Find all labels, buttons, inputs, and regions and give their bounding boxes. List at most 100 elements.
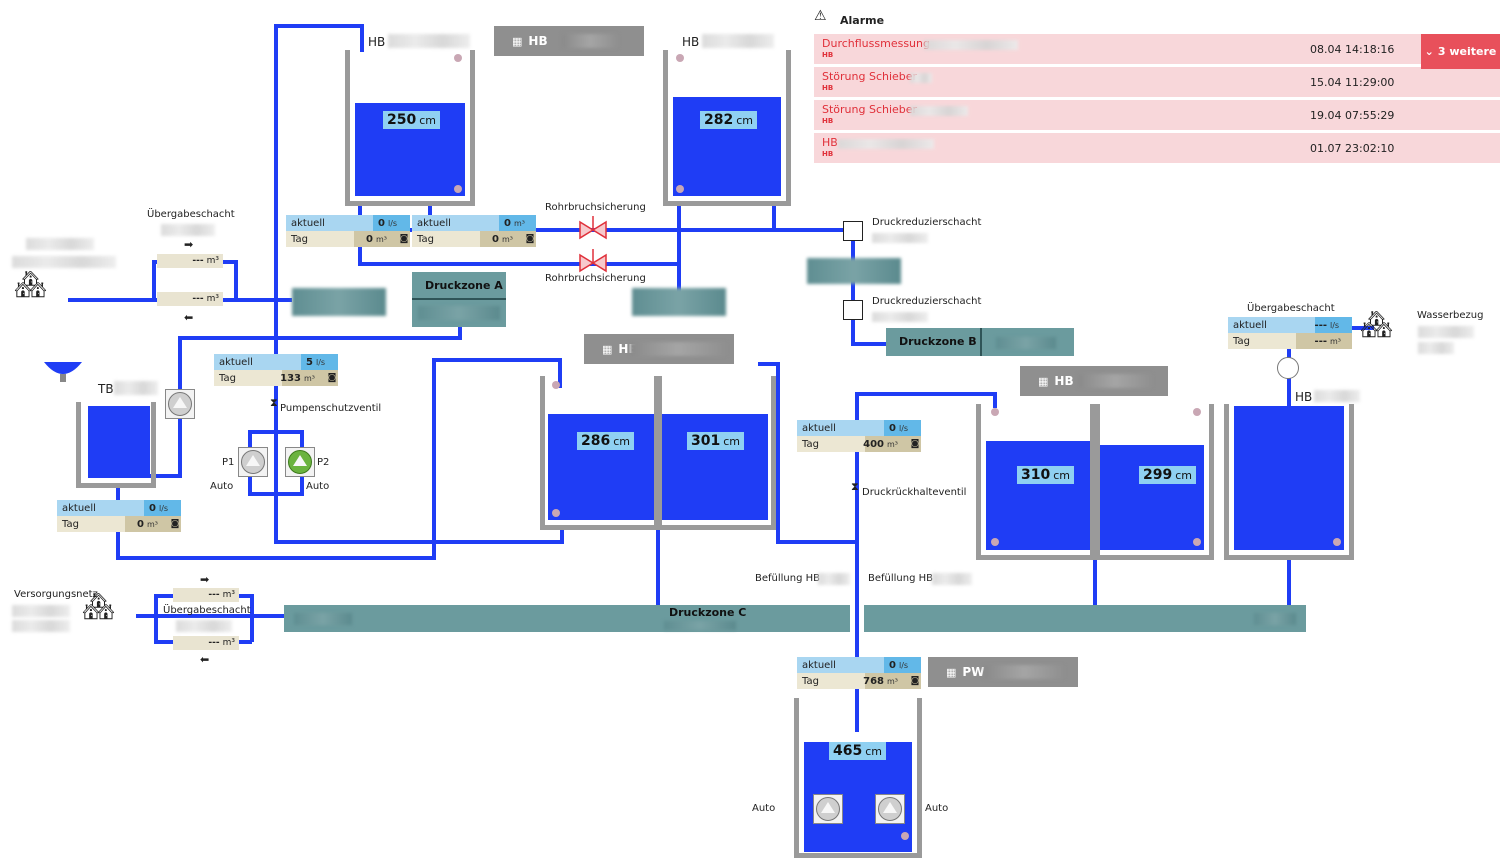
pump-icon[interactable]	[165, 389, 195, 419]
basin-icon	[44, 362, 82, 382]
hb-button[interactable]: ▦ HB	[1020, 366, 1168, 396]
hb2-label: HB	[682, 35, 700, 49]
hb1-label: HB	[368, 35, 386, 49]
zone-box[interactable]	[632, 288, 726, 316]
hb4b-level: 299 cm	[1139, 466, 1196, 484]
auto-label: Auto	[210, 481, 234, 492]
druckreduzier-label: Druckreduzierschacht	[872, 296, 982, 307]
grid-icon: ▦	[946, 665, 957, 679]
hb4-tank-a[interactable]: 310 cm	[976, 404, 1100, 560]
uebergabe-label: Übergabeschacht	[163, 605, 251, 616]
rohrbruch-label-top: Rohrbruchsicherung	[545, 202, 646, 213]
hb3-tank-b[interactable]: 301 cm	[654, 376, 776, 530]
flow-meter[interactable]: aktuell 5 l/s Tag 133 m³ ◙	[214, 354, 338, 386]
auto-label: Auto	[925, 803, 949, 814]
hb4-tank-b[interactable]: 299 cm	[1090, 404, 1214, 560]
auto-label: Auto	[752, 803, 776, 814]
counter: --- m³	[157, 254, 223, 268]
camera-icon[interactable]: ◙	[909, 676, 921, 686]
hb5-tank[interactable]	[1224, 404, 1354, 560]
pressure-reducer[interactable]	[843, 221, 863, 241]
flow-meter[interactable]: aktuell 0 l/s Tag 0 m³ ◙	[286, 215, 410, 247]
hb2-tank[interactable]: 282 cm	[663, 50, 791, 206]
flow-meter[interactable]: aktuell 0 l/s Tag 400 m³ ◙	[797, 420, 921, 452]
rohrbruch-label-bottom: Rohrbruchsicherung	[545, 273, 646, 284]
town-icon: 🏘	[82, 592, 116, 622]
zone-box[interactable]	[807, 258, 901, 284]
auto-label: Auto	[306, 481, 330, 492]
tb-tank[interactable]	[76, 402, 156, 488]
flow-meter[interactable]: aktuell 0 m³ Tag 0 m³ ◙	[412, 215, 536, 247]
druckzone-c[interactable]: Druckzone C	[284, 605, 850, 632]
check-valve-icon[interactable]: ⧗	[270, 396, 278, 410]
grid-icon: ▦	[512, 34, 523, 48]
pressure-reducer[interactable]	[843, 300, 863, 320]
hb3-tank-a[interactable]: 286 cm	[540, 376, 662, 530]
meter-circle-icon[interactable]	[1277, 357, 1299, 379]
flow-meter[interactable]: aktuell 0 l/s Tag 0 m³ ◙	[57, 500, 181, 532]
druckrueckhalte-label: Druckrückhalteventil	[862, 487, 967, 498]
camera-icon[interactable]: ◙	[524, 234, 536, 244]
counter: --- m³	[173, 588, 239, 602]
pump-p2[interactable]	[285, 447, 315, 477]
hb3b-level: 301 cm	[687, 432, 744, 450]
alarm-row[interactable]: HB HB 01.07 23:02:10	[814, 133, 1500, 163]
camera-icon[interactable]: ◙	[398, 234, 410, 244]
camera-icon[interactable]: ◙	[169, 519, 181, 529]
flow-meter[interactable]: aktuell --- l/s Tag --- m³	[1228, 317, 1352, 349]
hb5-label: HB	[1295, 390, 1313, 404]
alarm-row[interactable]: Störung Schieber HB 15.04 11:29:00	[814, 67, 1500, 97]
druckzone-b[interactable]: Druckzone B	[886, 328, 1074, 356]
arrow-left-icon: ⬅	[184, 311, 194, 324]
p2-label: P2	[317, 457, 330, 468]
alarm-row[interactable]: Durchflussmessung HB 08.04 14:18:16	[814, 34, 1500, 64]
pump-icon[interactable]	[875, 794, 905, 824]
hb-button[interactable]: ▦ HB	[494, 26, 644, 56]
pw-button[interactable]: ▦ PW	[928, 657, 1078, 687]
valve-icon[interactable]	[578, 214, 608, 274]
zone-box[interactable]	[292, 288, 386, 316]
grid-icon: ▦	[1038, 374, 1049, 388]
alarm-row[interactable]: Störung Schieber HB 19.04 07:55:29	[814, 100, 1500, 130]
pump-p1[interactable]	[238, 447, 268, 477]
alarm-time: 01.07 23:02:10	[1310, 142, 1395, 155]
town-icon: 🏘	[14, 270, 48, 300]
hb1-tank[interactable]: 250 cm	[345, 50, 475, 206]
grid-icon: ▦	[602, 342, 613, 356]
alarm-time: 08.04 14:18:16	[1310, 43, 1395, 56]
druckzone-c2[interactable]	[864, 605, 1306, 632]
hb1-level: 250 cm	[383, 111, 440, 129]
pumpenschutz-label: Pumpenschutzventil	[280, 403, 382, 414]
befuellung-label: Befüllung HB	[868, 573, 934, 584]
arrow-left-icon: ⬅	[200, 653, 210, 666]
counter: --- m³	[173, 636, 239, 650]
more-alarms-button[interactable]: ⌄ 3 weitere	[1421, 34, 1500, 69]
hb3a-level: 286 cm	[577, 432, 634, 450]
alarm-title: Alarme	[840, 14, 885, 27]
camera-icon[interactable]: ◙	[326, 373, 338, 383]
counter: --- m³	[157, 292, 223, 306]
uebergabe-label: Übergabeschacht	[1247, 303, 1335, 314]
befuellung-label: Befüllung HB	[755, 573, 821, 584]
hb-button[interactable]: ▦ HB	[584, 334, 734, 364]
town-icon: 🏘	[1360, 310, 1394, 340]
chevron-down-icon: ⌄	[1424, 45, 1434, 58]
druckzone-a[interactable]: Druckzone A	[412, 272, 506, 327]
arrow-right-icon: ➡	[200, 573, 210, 586]
arrow-right-icon: ➡	[184, 238, 194, 251]
wasserbezug-label: Wasserbezug	[1417, 310, 1484, 321]
flow-meter[interactable]: aktuell 0 l/s Tag 768 m³ ◙	[797, 657, 921, 689]
camera-icon[interactable]: ◙	[909, 439, 921, 449]
pump-icon[interactable]	[813, 794, 843, 824]
druckreduzier-label: Druckreduzierschacht	[872, 217, 982, 228]
uebergabe-label: Übergabeschacht	[147, 209, 235, 220]
tb-label: TB	[98, 382, 114, 396]
pw-tank[interactable]: 465 cm	[794, 698, 922, 858]
hb4a-level: 310 cm	[1017, 466, 1074, 484]
alarm-time: 15.04 11:29:00	[1310, 76, 1395, 89]
pw-level: 465 cm	[829, 742, 886, 760]
check-valve-icon[interactable]: ⧗	[851, 480, 859, 494]
alarm-time: 19.04 07:55:29	[1310, 109, 1395, 122]
warning-icon: ⚠	[814, 8, 827, 24]
p1-label: P1	[222, 457, 235, 468]
